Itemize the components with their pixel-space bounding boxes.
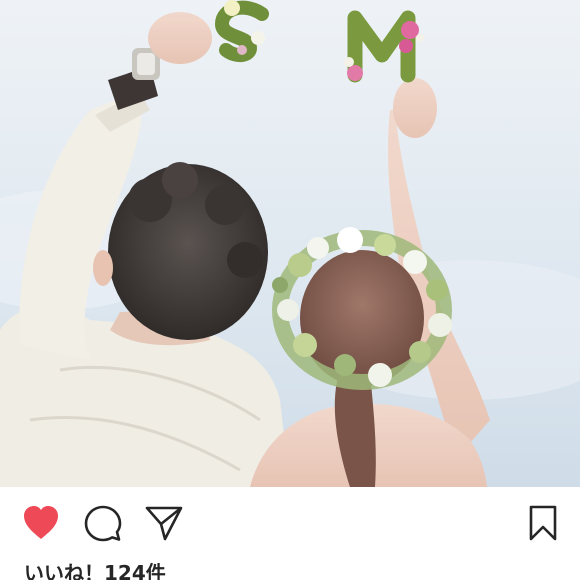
paper-plane-icon[interactable] [145,505,183,541]
post-photo[interactable] [0,0,580,487]
bookmark-icon[interactable] [528,505,558,541]
instagram-post: いいね！124件 [0,0,580,580]
likes-count[interactable]: いいね！124件 [24,560,166,580]
couple-photo [0,0,580,487]
speech-bubble-icon[interactable] [84,505,122,543]
heart-filled-icon[interactable] [22,505,60,541]
